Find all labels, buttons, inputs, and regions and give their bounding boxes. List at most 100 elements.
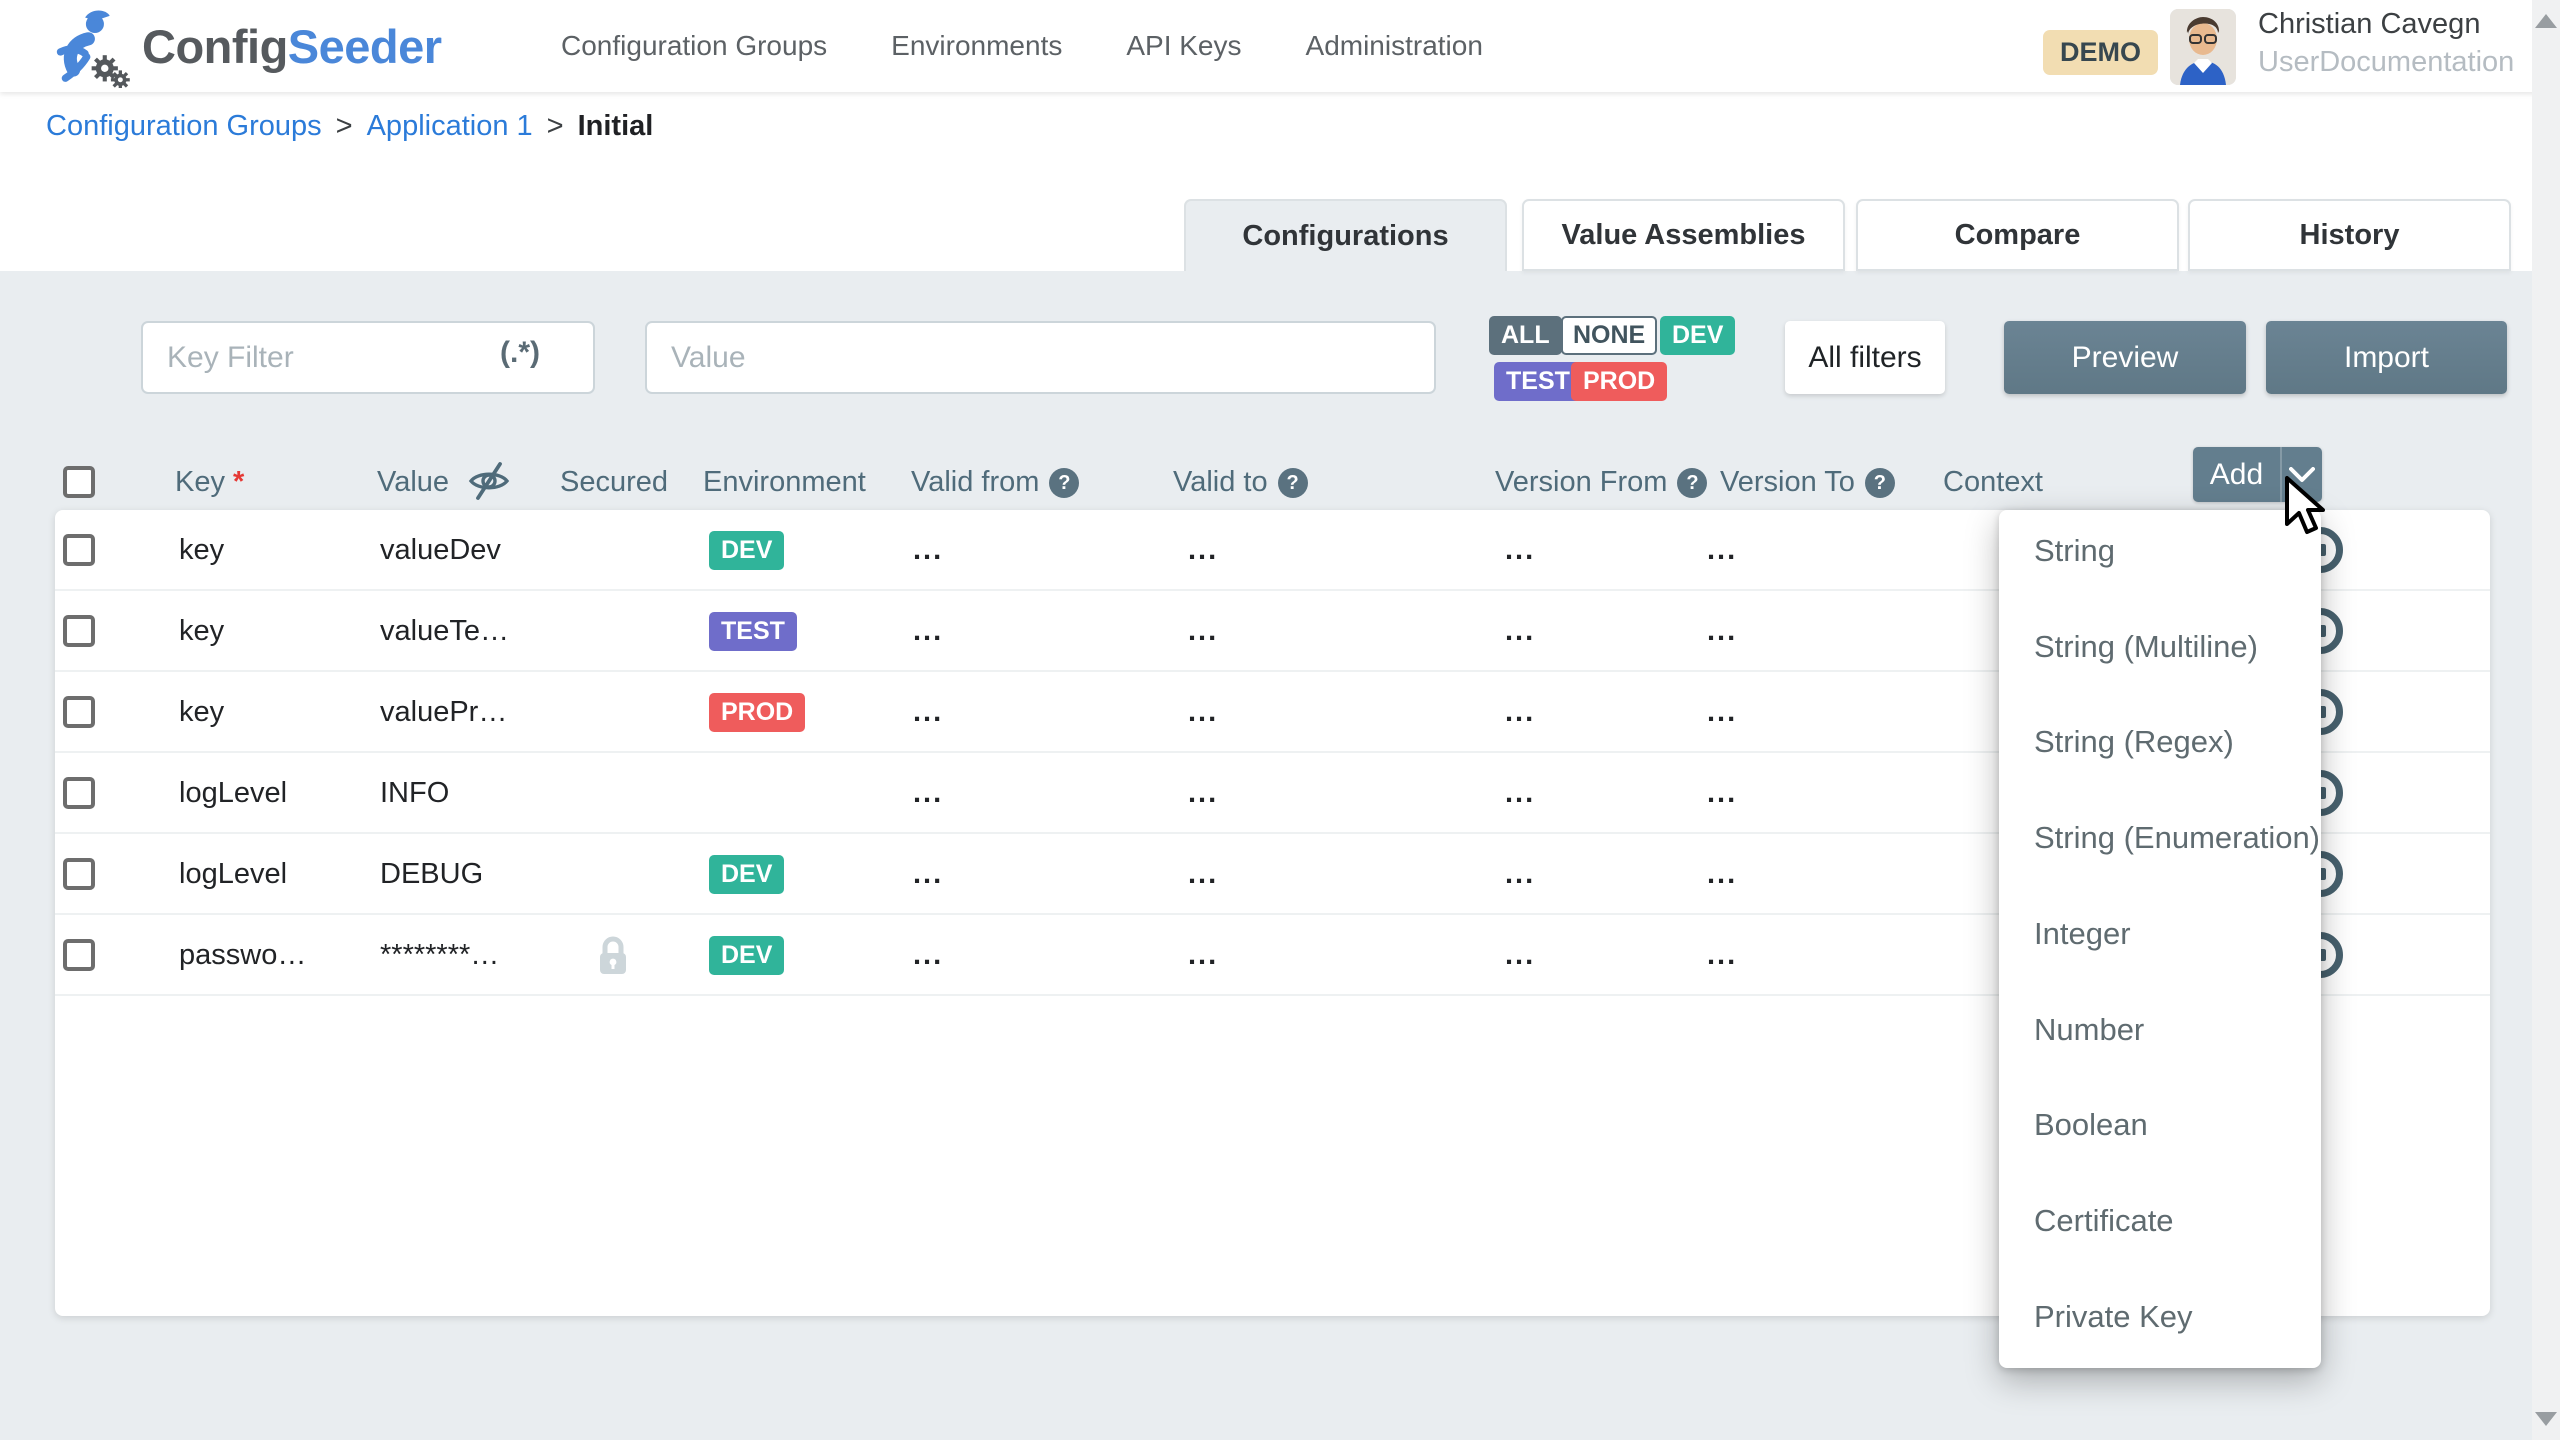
col-header-valid-from[interactable]: Valid from? [911, 466, 1079, 499]
brand-secondary: Seeder [288, 19, 442, 74]
dropdown-item-string-enumeration[interactable]: String (Enumeration) [1999, 797, 2321, 879]
row-value: ********… [380, 915, 499, 996]
valid-from-value: ... [913, 915, 943, 996]
breadcrumb-current: Initial [578, 110, 654, 143]
top-navbar: ConfigSeeder Configuration Groups Environ… [0, 0, 2560, 92]
nav-item-configuration-groups[interactable]: Configuration Groups [561, 30, 827, 62]
eye-off-icon[interactable] [466, 460, 512, 502]
col-header-key[interactable]: Key * [175, 466, 244, 499]
row-key: logLevel [179, 753, 287, 834]
env-badge: PROD [709, 693, 805, 732]
env-filter-dev[interactable]: DEV [1660, 316, 1735, 355]
breadcrumb-separator: > [336, 110, 353, 143]
version-from-value: ... [1505, 591, 1535, 672]
row-checkbox[interactable] [63, 534, 95, 566]
user-name[interactable]: Christian Cavegn [2258, 8, 2480, 41]
row-value: valuePr… [380, 672, 507, 753]
select-all-checkbox[interactable] [63, 466, 95, 498]
row-key: passwo… [179, 915, 306, 996]
version-from-value: ... [1505, 672, 1535, 753]
env-badge: TEST [709, 612, 797, 651]
help-icon[interactable]: ? [1278, 468, 1308, 498]
dropdown-item-certificate[interactable]: Certificate [1999, 1180, 2321, 1262]
dropdown-item-string[interactable]: String [1999, 510, 2321, 592]
row-key: key [179, 510, 224, 591]
version-to-value: ... [1707, 753, 1737, 834]
env-filter-all[interactable]: ALL [1489, 316, 1562, 355]
dropdown-item-number[interactable]: Number [1999, 989, 2321, 1071]
env-filter-prod[interactable]: PROD [1571, 362, 1667, 401]
env-filter-test[interactable]: TEST [1494, 362, 1582, 401]
version-to-value: ... [1707, 672, 1737, 753]
add-button[interactable]: Add [2193, 447, 2322, 502]
dropdown-item-boolean[interactable]: Boolean [1999, 1084, 2321, 1166]
valid-from-value: ... [913, 834, 943, 915]
col-header-value[interactable]: Value [377, 466, 449, 499]
env-badge: DEV [709, 936, 784, 975]
valid-to-value: ... [1188, 915, 1218, 996]
add-type-dropdown: String String (Multiline) String (Regex) St… [1999, 510, 2321, 1368]
dropdown-item-integer[interactable]: Integer [1999, 893, 2321, 975]
tab-compare[interactable]: Compare [1856, 199, 2179, 271]
row-value: INFO [380, 753, 449, 834]
scroll-up-icon[interactable] [2535, 14, 2557, 28]
value-filter-input[interactable] [645, 321, 1436, 394]
user-tenant: UserDocumentation [2258, 46, 2514, 79]
version-to-value: ... [1707, 510, 1737, 591]
row-value: valueDev [380, 510, 501, 591]
version-to-value: ... [1707, 915, 1737, 996]
dropdown-item-string-regex[interactable]: String (Regex) [1999, 701, 2321, 783]
tab-configurations[interactable]: Configurations [1184, 199, 1507, 271]
valid-to-value: ... [1188, 591, 1218, 672]
brand-title[interactable]: ConfigSeeder [142, 0, 442, 92]
breadcrumb-separator: > [547, 110, 564, 143]
brand-primary: Config [142, 19, 288, 74]
breadcrumb-link[interactable]: Application 1 [367, 110, 533, 143]
page-scrollbar[interactable] [2532, 0, 2560, 1440]
version-from-value: ... [1505, 510, 1535, 591]
col-header-valid-to[interactable]: Valid to? [1173, 466, 1308, 499]
preview-button[interactable]: Preview [2004, 321, 2246, 394]
demo-badge: DEMO [2043, 30, 2158, 75]
valid-from-value: ... [913, 672, 943, 753]
row-checkbox[interactable] [63, 615, 95, 647]
col-header-context[interactable]: Context [1943, 466, 2043, 499]
dropdown-item-string-multiline[interactable]: String (Multiline) [1999, 606, 2321, 688]
version-to-value: ... [1707, 591, 1737, 672]
version-from-value: ... [1505, 834, 1535, 915]
nav-item-administration[interactable]: Administration [1306, 30, 1483, 62]
row-checkbox[interactable] [63, 696, 95, 728]
row-key: logLevel [179, 834, 287, 915]
nav-item-environments[interactable]: Environments [891, 30, 1062, 62]
row-checkbox[interactable] [63, 777, 95, 809]
col-header-version-to[interactable]: Version To? [1720, 466, 1895, 499]
help-icon[interactable]: ? [1049, 468, 1079, 498]
valid-to-value: ... [1188, 834, 1218, 915]
help-icon[interactable]: ? [1677, 468, 1707, 498]
breadcrumb-link[interactable]: Configuration Groups [46, 110, 322, 143]
env-filter-none[interactable]: NONE [1561, 316, 1657, 355]
row-checkbox[interactable] [63, 858, 95, 890]
col-header-environment[interactable]: Environment [703, 466, 866, 499]
col-header-secured[interactable]: Secured [560, 466, 668, 499]
env-badge: DEV [709, 531, 784, 570]
scroll-down-icon[interactable] [2535, 1412, 2557, 1426]
logo-icon [46, 6, 134, 88]
tab-value-assemblies[interactable]: Value Assemblies [1522, 199, 1845, 271]
all-filters-button[interactable]: All filters [1785, 321, 1945, 394]
col-header-version-from[interactable]: Version From? [1495, 466, 1707, 499]
tab-history[interactable]: History [2188, 199, 2511, 271]
key-filter-input[interactable] [141, 321, 595, 394]
valid-from-value: ... [913, 753, 943, 834]
avatar[interactable] [2170, 9, 2236, 85]
valid-from-value: ... [913, 510, 943, 591]
nav-item-api-keys[interactable]: API Keys [1126, 30, 1241, 62]
valid-to-value: ... [1188, 510, 1218, 591]
chevron-down-icon[interactable] [2280, 447, 2322, 502]
row-checkbox[interactable] [63, 939, 95, 971]
dropdown-item-private-key[interactable]: Private Key [1999, 1276, 2321, 1358]
help-icon[interactable]: ? [1865, 468, 1895, 498]
breadcrumb: Configuration Groups > Application 1 > Initi… [46, 110, 653, 143]
env-badge: DEV [709, 855, 784, 894]
import-button[interactable]: Import [2266, 321, 2507, 394]
